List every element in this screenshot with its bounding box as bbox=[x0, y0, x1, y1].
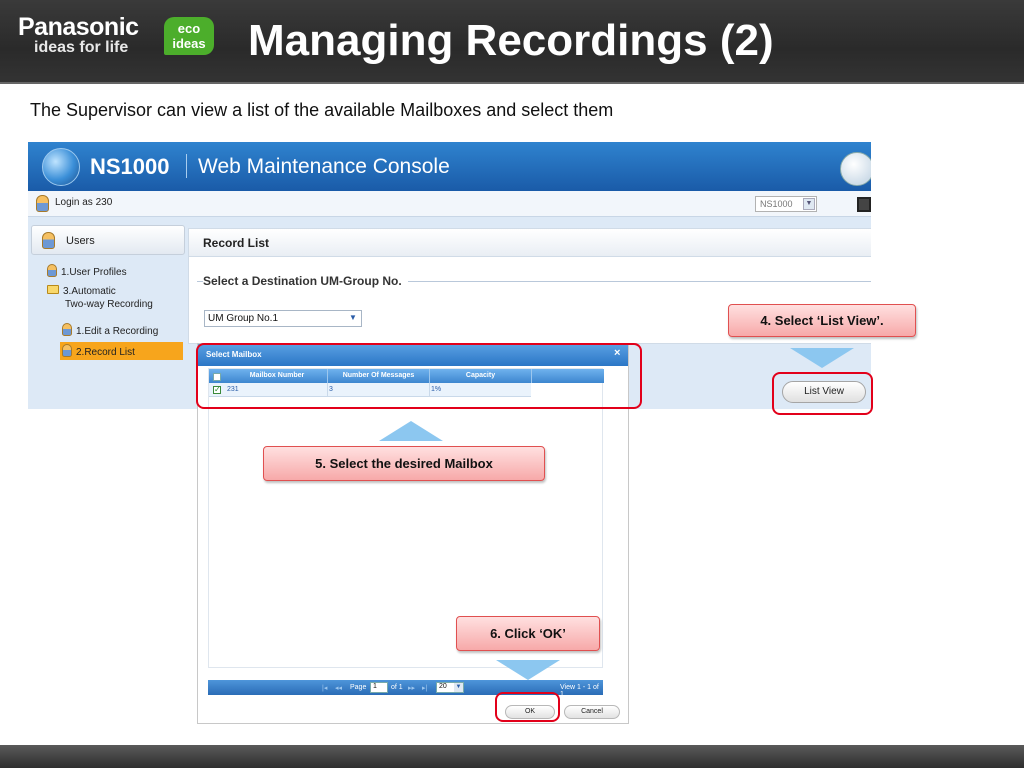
dropdown-arrow-icon[interactable]: ▼ bbox=[454, 683, 463, 692]
page-of-label: of 1 bbox=[391, 684, 403, 691]
brand-name: Panasonic bbox=[18, 13, 139, 41]
callout-step-6: 6. Click ‘OK’ bbox=[456, 616, 600, 651]
title-separator bbox=[186, 154, 187, 178]
page-label: Page bbox=[350, 684, 367, 691]
brand-tagline: ideas for life bbox=[34, 39, 129, 56]
sidebar: Users 1.User Profiles 3.Automatic Two-wa… bbox=[31, 225, 185, 409]
slide-header: Panasonic ideas for life eco ideas Manag… bbox=[0, 0, 1024, 84]
login-status: Login as 230 bbox=[55, 197, 113, 208]
arrow-to-list-view bbox=[790, 348, 854, 368]
dropdown-arrow-icon[interactable]: ▼ bbox=[347, 312, 359, 324]
ok-highlight bbox=[495, 692, 560, 722]
user-icon bbox=[47, 264, 57, 277]
record-list-header: Record List bbox=[189, 229, 871, 257]
folder-icon bbox=[47, 285, 59, 294]
last-page-icon[interactable]: ▸| bbox=[422, 684, 427, 692]
slide-title: Managing Recordings (2) bbox=[248, 16, 774, 65]
callout-step-5: 5. Select the desired Mailbox bbox=[263, 446, 545, 481]
sidebar-item-label: 1.Edit a Recording bbox=[76, 326, 159, 337]
globe-icon bbox=[42, 148, 80, 186]
arrow-to-ok bbox=[496, 660, 560, 680]
arrow-to-mailbox bbox=[379, 421, 443, 441]
sidebar-item-record-list-content: 2.Record List bbox=[62, 344, 135, 358]
fieldset-label: Select a Destination UM-Group No. bbox=[203, 274, 408, 288]
user-icon bbox=[62, 323, 72, 336]
sidebar-item-automatic-recording-line2[interactable]: Two-way Recording bbox=[65, 299, 153, 310]
tools-icon[interactable] bbox=[840, 152, 871, 186]
console-brand: NS1000 bbox=[90, 154, 170, 179]
intro-text: The Supervisor can view a list of the av… bbox=[30, 100, 614, 120]
sidebar-heading[interactable]: Users bbox=[31, 225, 185, 255]
sidebar-item-record-list[interactable]: 2.Record List bbox=[60, 342, 183, 360]
sidebar-item-label: Two-way Recording bbox=[65, 299, 153, 310]
list-view-highlight bbox=[772, 372, 873, 415]
console-title: Web Maintenance Console bbox=[198, 155, 450, 178]
slide-footer bbox=[0, 745, 1024, 768]
login-bar: Login as 230 NS1000 ▼ bbox=[28, 191, 871, 217]
dropdown-arrow-icon[interactable]: ▼ bbox=[803, 198, 815, 210]
system-select-value: NS1000 bbox=[760, 199, 793, 209]
rows-per-page-value: 20 bbox=[439, 683, 447, 690]
sidebar-item-edit-recording[interactable]: 1.Edit a Recording bbox=[62, 323, 158, 337]
page-input[interactable]: 1 bbox=[370, 682, 388, 693]
console-title-bar: NS1000 Web Maintenance Console bbox=[28, 142, 871, 191]
eco-line1: eco bbox=[177, 21, 201, 36]
sidebar-item-label: 1.User Profiles bbox=[61, 267, 127, 278]
cancel-button[interactable]: Cancel bbox=[564, 705, 620, 719]
sidebar-item-user-profiles[interactable]: 1.User Profiles bbox=[47, 264, 127, 278]
sidebar-item-automatic-recording[interactable]: 3.Automatic bbox=[47, 285, 116, 297]
sidebar-item-label: 3.Automatic bbox=[63, 286, 116, 297]
user-icon bbox=[36, 195, 49, 212]
user-icon bbox=[62, 344, 72, 357]
save-icon[interactable] bbox=[857, 197, 871, 212]
sidebar-item-label: 2.Record List bbox=[76, 347, 135, 358]
um-group-value: UM Group No.1 bbox=[208, 313, 279, 324]
prev-page-icon[interactable]: ◂◂ bbox=[335, 684, 342, 692]
first-page-icon[interactable]: |◂ bbox=[322, 684, 327, 692]
view-count: View 1 - 1 of 1 bbox=[560, 684, 599, 698]
user-icon bbox=[42, 232, 55, 249]
callout-step-4: 4. Select ‘List View’. bbox=[728, 304, 916, 337]
record-list-title: Record List bbox=[203, 236, 270, 250]
eco-line2: ideas bbox=[172, 36, 206, 51]
mailbox-highlight bbox=[196, 343, 642, 409]
rows-per-page-select[interactable]: 20 ▼ bbox=[436, 682, 464, 693]
next-page-icon[interactable]: ▸▸ bbox=[408, 684, 415, 692]
sidebar-heading-label: Users bbox=[66, 235, 95, 247]
panasonic-logo: Panasonic ideas for life bbox=[18, 14, 139, 56]
um-group-select[interactable]: UM Group No.1 ▼ bbox=[204, 310, 362, 327]
eco-ideas-logo: eco ideas bbox=[164, 17, 214, 55]
system-select[interactable]: NS1000 ▼ bbox=[755, 196, 817, 212]
